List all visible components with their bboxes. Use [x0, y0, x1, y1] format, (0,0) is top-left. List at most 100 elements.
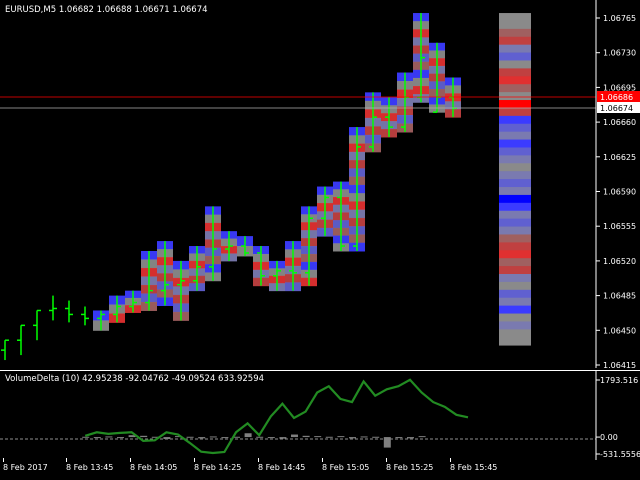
profile-cell	[499, 226, 531, 235]
delta-bar	[325, 436, 333, 438]
profile-cell	[499, 187, 531, 196]
profile-cell	[499, 179, 531, 188]
price-chart-pane[interactable]: 1.06765 1.06730 1.06695 1.06660 1.06625 1.065…	[0, 0, 640, 370]
delta-bar	[302, 435, 310, 438]
profile-cell	[499, 313, 531, 322]
time-tick-label: 8 Feb 14:25	[194, 463, 242, 472]
price-chart[interactable]: 1.067651.067301.066951.066601.066251.065…	[0, 0, 640, 370]
time-tick-label: 8 Feb 15:05	[322, 463, 370, 472]
price-tick-label: 1.06485	[603, 292, 636, 301]
profile-cell	[499, 210, 531, 220]
delta-line	[84, 378, 469, 455]
profile-cell	[499, 258, 531, 267]
profile-cell	[499, 274, 531, 283]
delta-bar	[82, 436, 90, 438]
chart-title: EURUSD,M5 1.06682 1.06688 1.06671 1.0667…	[5, 5, 208, 15]
profile-cell	[499, 242, 531, 251]
indicator-pane[interactable]: 1793.516 0.00 -531.5556 VolumeDelta (10) 4…	[0, 370, 640, 460]
delta-bar	[383, 437, 391, 448]
time-axis: 8 Feb 2017 8 Feb 13:45 8 Feb 14:05 8 Feb 14…	[0, 458, 640, 480]
delta-bar	[349, 437, 356, 439]
profile-cell	[499, 234, 531, 243]
delta-bar	[360, 436, 368, 438]
delta-bar	[395, 437, 403, 439]
profile-cell	[499, 84, 531, 93]
current-ask-label: 1.06686	[600, 93, 633, 102]
profile-cell	[499, 115, 531, 125]
profile-cell	[499, 321, 531, 330]
delta-bar	[314, 436, 322, 438]
profile-cell	[499, 250, 531, 259]
time-tick	[258, 458, 259, 462]
delta-bar	[221, 437, 229, 439]
profile-cell	[499, 76, 531, 85]
profile-cell	[499, 329, 531, 338]
delta-bar	[186, 436, 194, 438]
indicator-tick-label: 0.00	[600, 433, 618, 442]
profile-cell	[499, 68, 531, 77]
time-tick-label: 8 Feb 2017	[3, 463, 48, 472]
time-tick-label: 8 Feb 15:25	[386, 463, 434, 472]
profile-cell	[499, 139, 531, 148]
delta-bar	[279, 437, 287, 439]
delta-histogram	[82, 433, 426, 448]
price-tick-label: 1.06730	[603, 49, 636, 58]
profile-cell	[499, 305, 531, 314]
profile-cell	[499, 131, 531, 140]
profile-cell	[499, 337, 531, 346]
delta-bar	[267, 437, 275, 439]
indicator-title: VolumeDelta (10) 42.95238 -92.04762 -49.…	[5, 374, 265, 384]
profile-cell	[499, 36, 531, 46]
delta-bar	[337, 436, 345, 438]
profile-cell	[499, 92, 531, 101]
delta-bar	[244, 433, 252, 438]
price-tick-label: 1.06555	[603, 222, 636, 231]
delta-bar	[117, 437, 124, 439]
delta-bar	[163, 437, 171, 439]
time-tick	[194, 458, 195, 462]
profile-cell	[499, 171, 531, 180]
price-tick-label: 1.06520	[603, 257, 636, 266]
delta-bar	[407, 437, 414, 439]
delta-bar	[209, 436, 217, 438]
delta-bar	[418, 436, 426, 438]
profile-cell	[499, 107, 531, 117]
delta-bar	[105, 436, 113, 438]
time-tick	[66, 458, 67, 462]
profile-cell	[499, 52, 531, 61]
profile-cell	[499, 218, 531, 227]
delta-bar	[372, 436, 380, 438]
time-tick-label: 8 Feb 15:45	[450, 463, 498, 472]
profile-cell	[499, 289, 531, 299]
profile-cell	[499, 297, 531, 307]
indicator-axis: 1793.5160.00-531.5556	[596, 376, 640, 459]
volume-profile	[93, 13, 531, 346]
profile-cell	[499, 147, 531, 156]
delta-bar	[291, 434, 298, 438]
price-tick-label: 1.06450	[603, 326, 636, 335]
profile-cell	[499, 163, 531, 172]
profile-cell	[499, 44, 531, 53]
price-tick-label: 1.06660	[603, 118, 636, 127]
time-tick-label: 8 Feb 14:45	[258, 463, 306, 472]
profile-cell	[499, 28, 531, 38]
profile-cell	[499, 13, 531, 22]
time-tick	[450, 458, 451, 462]
delta-bar	[93, 437, 101, 439]
price-tick-label: 1.06765	[603, 14, 636, 23]
indicator-tick-label: 1793.516	[600, 376, 638, 385]
profile-cell	[499, 194, 531, 204]
profile-cell	[499, 60, 531, 69]
profile-cell	[499, 123, 531, 133]
profile-cell	[499, 202, 531, 212]
time-tick-label: 8 Feb 13:45	[66, 463, 114, 472]
profile-cell	[499, 281, 531, 291]
price-tick-label: 1.06415	[603, 361, 636, 368]
time-tick-label: 8 Feb 14:05	[130, 463, 178, 472]
profile-cell	[499, 20, 531, 30]
time-tick	[130, 458, 131, 462]
current-bid-label: 1.06674	[600, 104, 633, 113]
profile-cell	[499, 155, 531, 164]
profile-cell	[499, 100, 531, 109]
delta-bar	[198, 437, 206, 439]
